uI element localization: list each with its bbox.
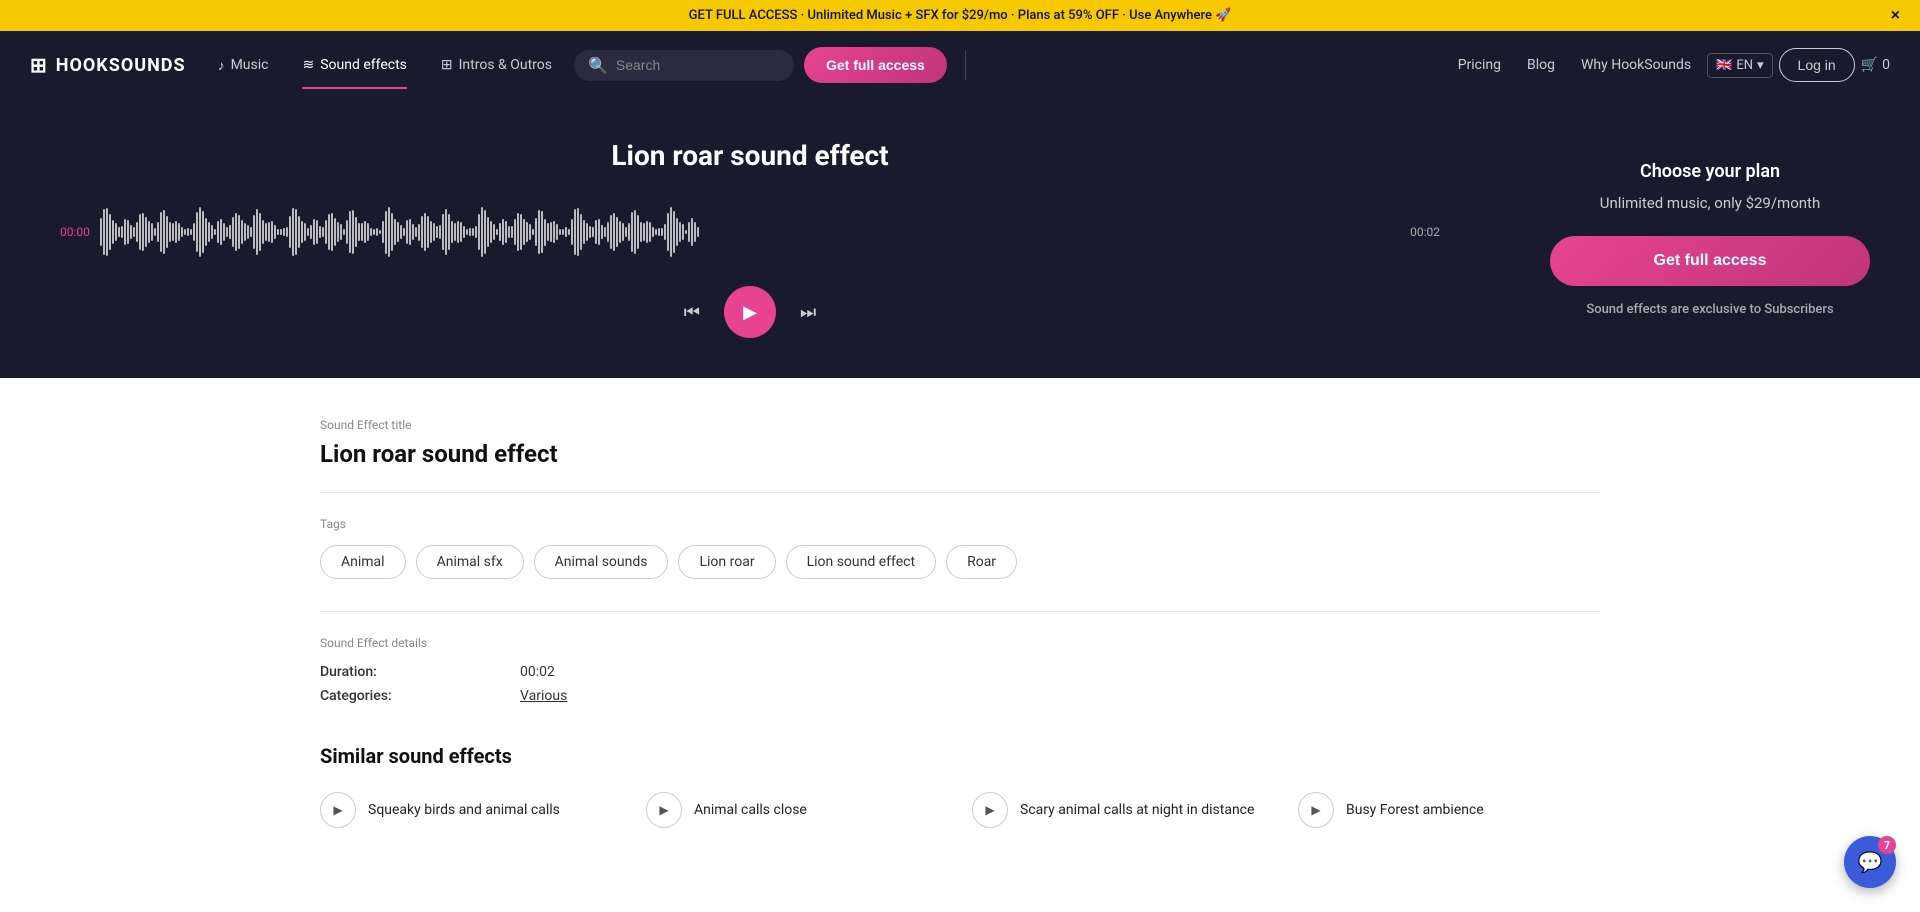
similar-item: ▶ Scary animal calls at night in distanc… [972,792,1274,828]
chat-badge: 7 [1878,836,1896,854]
chevron-down-icon: ▾ [1757,58,1764,73]
music-icon: ♪ [218,57,225,74]
intros-outros-icon: ⊞ [441,57,453,73]
waveform-container: 00:00 00:02 [60,202,1440,262]
details-table: Duration: 00:02 Categories: Various [320,664,1600,704]
similar-play-button[interactable]: ▶ [646,792,682,828]
logo-icon: ⊞ [30,53,48,77]
play-button[interactable]: ▶ [724,286,776,338]
banner-close-button[interactable]: × [1891,7,1900,25]
get-full-access-button[interactable]: Get full access [804,47,947,83]
details-label: Sound Effect details [320,636,1600,650]
login-button[interactable]: Log in [1779,48,1855,82]
divider-1 [320,492,1600,493]
categories-key: Categories: [320,688,520,704]
nav-intros-outros-label: Intros & Outros [459,57,552,73]
similar-play-button[interactable]: ▶ [320,792,356,828]
tag-pill[interactable]: Lion roar [678,545,775,579]
logo[interactable]: ⊞ HOOKSOUNDS [30,53,186,77]
hero-section: Lion roar sound effect 00:00 00:02 ⏮ ▶ ⏭… [0,99,1920,378]
tag-pill[interactable]: Lion sound effect [786,545,937,579]
cart-count: 0 [1882,57,1890,73]
waveform [100,202,1400,262]
divider-2 [320,611,1600,612]
why-hooksounds-link[interactable]: Why HookSounds [1571,49,1701,81]
time-start: 00:00 [60,225,90,239]
logo-text: HOOKSOUNDS [56,55,186,76]
choose-plan-heading: Choose your plan [1640,161,1780,182]
similar-item-label: Scary animal calls at night in distance [1020,802,1254,818]
similar-item: ▶ Animal calls close [646,792,948,828]
cart-button[interactable]: 🛒 0 [1861,57,1890,73]
chat-bubble[interactable]: 💬 7 [1844,836,1896,888]
tag-pill[interactable]: Animal sounds [534,545,669,579]
similar-play-button[interactable]: ▶ [1298,792,1334,828]
flag-icon: 🇬🇧 [1716,58,1732,73]
similar-play-button[interactable]: ▶ [972,792,1008,828]
search-bar[interactable]: 🔍 [574,50,794,81]
similar-item-label: Squeaky birds and animal calls [368,802,560,818]
similar-item-label: Busy Forest ambience [1346,802,1484,818]
exclusive-note: Sound effects are exclusive to Subscribe… [1586,302,1833,317]
hero-get-full-access-button[interactable]: Get full access [1550,236,1870,286]
categories-value: Various [520,688,1600,704]
nav-intros-outros[interactable]: ⊞ Intros & Outros [429,49,564,81]
nav-sound-effects-label: Sound effects [320,57,407,73]
pricing-link[interactable]: Pricing [1448,49,1511,81]
similar-title: Similar sound effects [320,744,1600,768]
cart-icon: 🛒 [1861,57,1878,73]
rewind-button[interactable]: ⏮ [684,302,700,323]
nav-sound-effects[interactable]: ≋ Sound effects [290,49,418,81]
player-controls: ⏮ ▶ ⏭ [684,286,816,338]
lang-label: EN [1736,58,1753,73]
language-selector[interactable]: 🇬🇧 EN ▾ [1707,53,1772,78]
content-title: Lion roar sound effect [320,440,1600,468]
chat-icon: 💬 [1858,850,1883,874]
banner-text: GET FULL ACCESS · Unlimited Music + SFX … [689,8,1232,23]
tag-pill[interactable]: Animal [320,545,406,579]
hero-subscription: Choose your plan Unlimited music, only $… [1500,99,1920,378]
sound-effects-icon: ≋ [302,57,314,73]
similar-grid: ▶ Squeaky birds and animal calls ▶ Anima… [320,792,1600,828]
search-icon: 🔍 [588,56,608,75]
similar-item: ▶ Busy Forest ambience [1298,792,1600,828]
tags-container: Animal Animal sfx Animal sounds Lion roar Li… [320,545,1600,579]
hero-player: Lion roar sound effect 00:00 00:02 ⏮ ▶ ⏭ [0,99,1500,378]
nav-music-label: Music [231,57,269,73]
tags-label: Tags [320,517,1600,531]
content-section: Sound Effect title Lion roar sound effec… [260,378,1660,868]
top-banner: GET FULL ACCESS · Unlimited Music + SFX … [0,0,1920,31]
navbar: ⊞ HOOKSOUNDS ♪ Music ≋ Sound effects ⊞ I… [0,31,1920,99]
nav-right: Pricing Blog Why HookSounds 🇬🇧 EN ▾ Log … [1448,48,1890,82]
nav-divider [965,50,966,80]
similar-item-label: Animal calls close [694,802,807,818]
search-input[interactable] [616,57,766,73]
nav-music[interactable]: ♪ Music [206,49,281,82]
blog-link[interactable]: Blog [1517,49,1565,81]
tag-pill[interactable]: Animal sfx [416,545,524,579]
time-end: 00:02 [1410,225,1440,239]
hero-title: Lion roar sound effect [611,139,888,172]
tag-pill[interactable]: Roar [946,545,1017,579]
similar-section: Similar sound effects ▶ Squeaky birds an… [320,744,1600,828]
section-label: Sound Effect title [320,418,1600,432]
categories-link[interactable]: Various [520,688,567,704]
similar-item: ▶ Squeaky birds and animal calls [320,792,622,828]
fast-forward-button[interactable]: ⏭ [800,302,816,323]
duration-key: Duration: [320,664,520,680]
pricing-description: Unlimited music, only $29/month [1600,194,1820,212]
duration-value: 00:02 [520,664,1600,680]
